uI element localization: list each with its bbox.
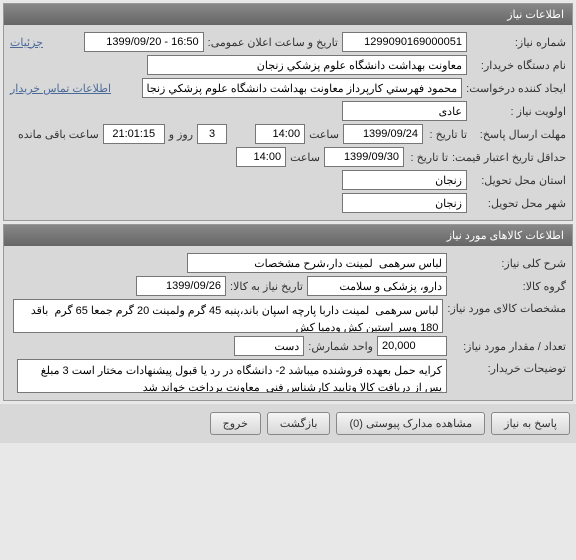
goods-spec-label: مشخصات کالای مورد نیاز: bbox=[447, 299, 566, 315]
public-date-input[interactable] bbox=[84, 32, 204, 52]
details-link[interactable]: جزئیات bbox=[10, 36, 43, 49]
goods-info-panel: اطلاعات کالاهای مورد نیاز شرح کلی نیاز: … bbox=[3, 224, 573, 401]
panel-title: اطلاعات نیاز bbox=[507, 9, 564, 21]
province-label: استان محل تحویل: bbox=[471, 174, 566, 187]
button-bar: پاسخ به نیاز مشاهده مدارک پیوستی (0) باز… bbox=[0, 404, 576, 443]
goods-group-label: گروه کالا: bbox=[451, 280, 566, 293]
goods-group-input[interactable] bbox=[307, 276, 447, 296]
to-date-label: تا تاریخ : bbox=[427, 128, 467, 141]
panel-title-2: اطلاعات کالاهای مورد نیاز bbox=[447, 230, 564, 242]
priority-input[interactable] bbox=[342, 101, 467, 121]
city-label: شهر محل تحویل: bbox=[471, 197, 566, 210]
back-button[interactable]: بازگشت bbox=[267, 412, 331, 435]
buyer-notes-label: توضیحات خریدار: bbox=[451, 359, 566, 375]
need-desc-label: شرح کلی نیاز: bbox=[451, 257, 566, 270]
need-desc-input[interactable] bbox=[187, 253, 447, 273]
buyer-org-label: نام دستگاه خریدار: bbox=[471, 59, 566, 72]
unit-input[interactable] bbox=[234, 336, 304, 356]
creator-input[interactable] bbox=[142, 78, 462, 98]
province-input[interactable] bbox=[342, 170, 467, 190]
panel-header-2: اطلاعات کالاهای مورد نیاز bbox=[4, 225, 572, 246]
price-valid-time-input[interactable] bbox=[236, 147, 286, 167]
need-info-panel: اطلاعات نیاز شماره نیاز: تاریخ و ساعت اع… bbox=[3, 3, 573, 221]
deadline-time-input[interactable] bbox=[255, 124, 305, 144]
need-by-date-input[interactable] bbox=[136, 276, 226, 296]
time-label-1: ساعت bbox=[309, 128, 339, 141]
exit-button[interactable]: خروج bbox=[210, 412, 261, 435]
remaining-time-input[interactable] bbox=[103, 124, 165, 144]
view-attachments-button[interactable]: مشاهده مدارک پیوستی (0) bbox=[336, 412, 485, 435]
remaining-days-input[interactable] bbox=[197, 124, 227, 144]
panel-body: شماره نیاز: تاریخ و ساعت اعلان عمومی: جز… bbox=[4, 25, 572, 220]
buyer-notes-textarea[interactable] bbox=[17, 359, 447, 393]
need-by-date-label: تاریخ نیاز به کالا: bbox=[230, 280, 303, 293]
need-number-label: شماره نیاز: bbox=[471, 36, 566, 49]
price-valid-label: حداقل تاریخ اعتبار قیمت: bbox=[452, 151, 566, 164]
need-number-input[interactable] bbox=[342, 32, 467, 52]
goods-spec-textarea[interactable] bbox=[13, 299, 443, 333]
qty-input[interactable] bbox=[377, 336, 447, 356]
qty-label: تعداد / مقدار مورد نیاز: bbox=[451, 340, 566, 353]
panel-body-2: شرح کلی نیاز: گروه کالا: تاریخ نیاز به ک… bbox=[4, 246, 572, 400]
panel-header: اطلاعات نیاز bbox=[4, 4, 572, 25]
public-date-label: تاریخ و ساعت اعلان عمومی: bbox=[208, 36, 338, 49]
remaining-label: ساعت باقی مانده bbox=[18, 128, 99, 141]
day-and-label: روز و bbox=[169, 128, 193, 141]
deadline-label: مهلت ارسال پاسخ: bbox=[471, 128, 566, 141]
to-date-label2: تا تاریخ : bbox=[408, 151, 448, 164]
unit-label: واحد شمارش: bbox=[308, 340, 373, 353]
price-valid-date-input[interactable] bbox=[324, 147, 404, 167]
time-label-2: ساعت bbox=[290, 151, 320, 164]
buyer-contact-link[interactable]: اطلاعات تماس خریدار bbox=[10, 82, 111, 95]
deadline-date-input[interactable] bbox=[343, 124, 423, 144]
priority-label: اولویت نیاز : bbox=[471, 105, 566, 118]
buyer-org-input[interactable] bbox=[147, 55, 467, 75]
city-input[interactable] bbox=[342, 193, 467, 213]
creator-label: ایجاد کننده درخواست: bbox=[466, 82, 566, 95]
reply-button[interactable]: پاسخ به نیاز bbox=[491, 412, 570, 435]
